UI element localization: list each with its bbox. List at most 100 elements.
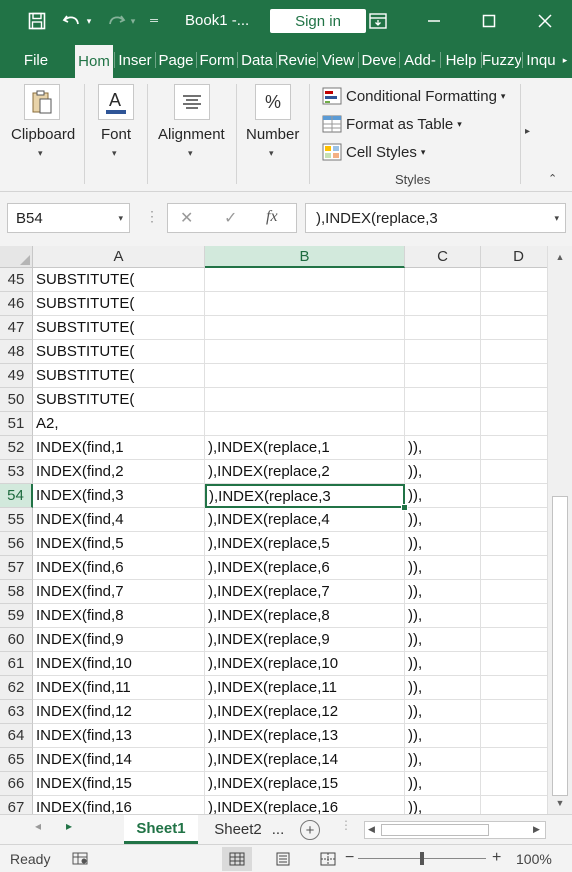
redo-dropdown-icon[interactable]: ▾ (128, 0, 138, 42)
tab-scroll-right-icon[interactable]: ▸ (559, 42, 571, 78)
more-sheets-button[interactable]: ... (266, 815, 290, 844)
cell-a[interactable]: INDEX(find,5 (33, 532, 205, 556)
clipboard-group[interactable]: Clipboard ▾ (0, 78, 84, 192)
cell-d[interactable] (481, 724, 557, 748)
cell-a[interactable]: INDEX(find,2 (33, 460, 205, 484)
cell-c[interactable]: )), (405, 724, 481, 748)
minimize-icon[interactable] (422, 0, 446, 42)
cell-d[interactable] (481, 772, 557, 796)
page-break-preview-icon[interactable] (320, 852, 336, 869)
cell-b[interactable]: ),INDEX(replace,10 (205, 652, 405, 676)
cell-a[interactable]: INDEX(find,14 (33, 748, 205, 772)
tab-split-handle-icon[interactable]: ⋮ (340, 818, 352, 832)
insert-function-icon[interactable]: fx (266, 208, 278, 226)
cell-d[interactable] (481, 580, 557, 604)
row-header[interactable]: 67 (0, 796, 33, 814)
cell-a[interactable]: INDEX(find,10 (33, 652, 205, 676)
row-header[interactable]: 52 (0, 436, 33, 460)
redo-icon[interactable] (104, 0, 128, 42)
cell-a[interactable]: SUBSTITUTE( (33, 388, 205, 412)
row-header[interactable]: 49 (0, 364, 33, 388)
cell-d[interactable] (481, 484, 557, 508)
row-header[interactable]: 65 (0, 748, 33, 772)
scroll-tabs-right-icon[interactable]: ▸ (66, 819, 72, 833)
cell-d[interactable] (481, 412, 557, 436)
cell-d[interactable] (481, 796, 557, 814)
cell-d[interactable] (481, 652, 557, 676)
tab-add-ins[interactable]: Add- (401, 42, 439, 78)
horizontal-scrollbar[interactable]: ◀ ▶ (364, 821, 546, 839)
row-header[interactable]: 66 (0, 772, 33, 796)
cell-a[interactable]: SUBSTITUTE( (33, 292, 205, 316)
cell-a[interactable]: SUBSTITUTE( (33, 364, 205, 388)
tab-page-layout[interactable]: Page (157, 42, 195, 78)
cell-d[interactable] (481, 436, 557, 460)
zoom-out-icon[interactable]: − (345, 849, 354, 867)
cell-a[interactable]: INDEX(find,3 (33, 484, 205, 508)
tab-data[interactable]: Data (239, 42, 275, 78)
cell-a[interactable]: SUBSTITUTE( (33, 340, 205, 364)
cell-a[interactable]: INDEX(find,12 (33, 700, 205, 724)
cell-c[interactable]: )), (405, 652, 481, 676)
row-header[interactable]: 57 (0, 556, 33, 580)
cell-c[interactable]: )), (405, 676, 481, 700)
font-group[interactable]: A Font ▾ (85, 78, 147, 192)
row-header[interactable]: 51 (0, 412, 33, 436)
cell-c[interactable] (405, 316, 481, 340)
cell-c[interactable]: )), (405, 532, 481, 556)
cell-c[interactable]: )), (405, 604, 481, 628)
tab-help[interactable]: Help (442, 42, 480, 78)
undo-icon[interactable] (60, 0, 84, 42)
zoom-level[interactable]: 100% (516, 851, 552, 867)
expand-formula-bar-icon[interactable]: ▾ (554, 213, 559, 224)
row-header[interactable]: 58 (0, 580, 33, 604)
cell-d[interactable] (481, 460, 557, 484)
scroll-down-icon[interactable]: ▼ (548, 794, 572, 812)
cell-d[interactable] (481, 556, 557, 580)
cell-a[interactable]: INDEX(find,8 (33, 604, 205, 628)
cell-c[interactable] (405, 412, 481, 436)
tab-home[interactable]: Hom (75, 45, 113, 78)
cell-a[interactable]: SUBSTITUTE( (33, 268, 205, 292)
cell-b[interactable] (205, 388, 405, 412)
cell-d[interactable] (481, 340, 557, 364)
alignment-group[interactable]: Alignment ▾ (148, 78, 236, 192)
cell-d[interactable] (481, 628, 557, 652)
tab-fuzzy[interactable]: Fuzzy (483, 42, 521, 78)
row-header[interactable]: 46 (0, 292, 33, 316)
tab-file[interactable]: File (12, 42, 60, 78)
cell-a[interactable]: INDEX(find,9 (33, 628, 205, 652)
row-header[interactable]: 45 (0, 268, 33, 292)
tab-insert[interactable]: Inser (116, 42, 154, 78)
cell-b[interactable]: ),INDEX(replace,5 (205, 532, 405, 556)
cell-a[interactable]: INDEX(find,11 (33, 676, 205, 700)
column-header-b[interactable]: B (205, 246, 405, 268)
row-header[interactable]: 60 (0, 628, 33, 652)
row-header[interactable]: 63 (0, 700, 33, 724)
cell-b[interactable]: ),INDEX(replace,1 (205, 436, 405, 460)
cell-b[interactable] (205, 412, 405, 436)
cell-a[interactable]: INDEX(find,6 (33, 556, 205, 580)
row-header[interactable]: 62 (0, 676, 33, 700)
fill-handle[interactable] (401, 504, 408, 511)
maximize-icon[interactable] (477, 0, 501, 42)
column-header-d[interactable]: D (481, 246, 557, 268)
row-header[interactable]: 54 (0, 484, 33, 508)
cell-b[interactable]: ),INDEX(replace,7 (205, 580, 405, 604)
cell-d[interactable] (481, 316, 557, 340)
cell-a[interactable]: INDEX(find,1 (33, 436, 205, 460)
cell-d[interactable] (481, 388, 557, 412)
row-header[interactable]: 53 (0, 460, 33, 484)
cell-b[interactable]: ),INDEX(replace,15 (205, 772, 405, 796)
cell-b[interactable]: ),INDEX(replace,14 (205, 748, 405, 772)
cell-b[interactable]: ),INDEX(replace,9 (205, 628, 405, 652)
column-header-a[interactable]: A (33, 246, 205, 268)
cancel-icon[interactable]: ✕ (180, 208, 193, 228)
cell-b[interactable] (205, 292, 405, 316)
cell-c[interactable]: )), (405, 748, 481, 772)
page-layout-view-icon[interactable] (275, 852, 291, 869)
row-header[interactable]: 48 (0, 340, 33, 364)
sheet-tab-sheet2[interactable]: Sheet2 (210, 815, 266, 844)
scroll-tabs-left-icon[interactable]: ◂ (35, 819, 41, 833)
cell-b[interactable] (205, 316, 405, 340)
